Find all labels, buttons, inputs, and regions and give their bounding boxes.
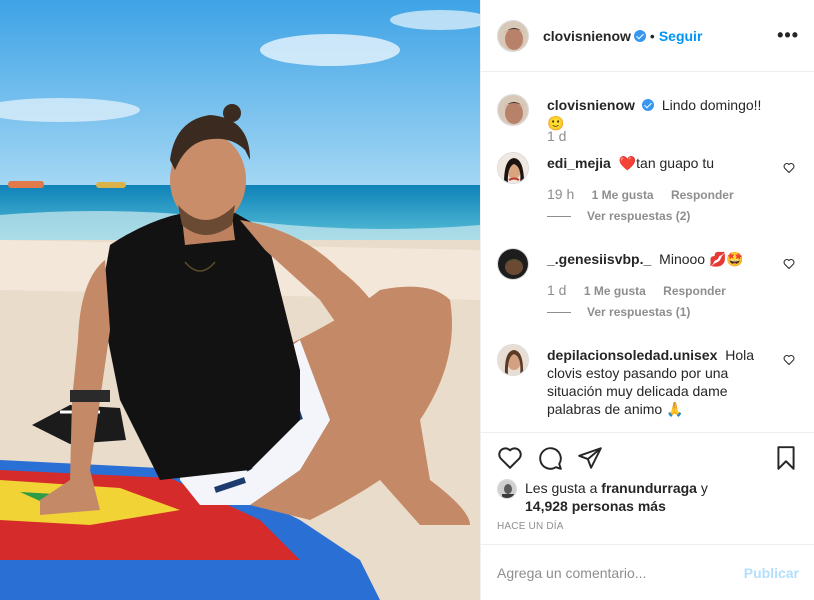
commenter-avatar[interactable] [497,344,529,376]
likes-count[interactable]: 14,928 personas más [525,498,666,514]
comment-username[interactable]: edi_mejia [547,155,611,171]
comment-row: _.genesiisvbp._ Minooo 💋🤩 1 d 1 Me gusta… [497,248,799,328]
comment-text: Minooo 💋🤩 [659,251,744,267]
verified-badge-icon [633,29,646,42]
comment-like-heart-icon[interactable] [783,354,795,366]
view-replies[interactable]: Ver respuestas (2) [547,209,690,223]
caption-username[interactable]: clovisnienow [547,97,635,113]
verified-badge-icon [641,99,654,111]
replies-divider [547,311,571,313]
author-avatar[interactable] [497,94,529,126]
post-photo[interactable] [0,0,480,600]
caption-time[interactable]: 1 d [547,128,566,144]
reply-button[interactable]: Responder [671,188,734,202]
comment-text: ❤️tan guapo tu [618,155,714,171]
separator-dot: • [649,27,655,44]
liker-avatar[interactable] [497,479,517,499]
comment-likes[interactable]: 1 Me gusta [584,284,646,298]
view-replies[interactable]: Ver respuestas (1) [547,305,690,319]
author-username[interactable]: clovisnienow [543,28,631,44]
comment-time[interactable]: 19 h [547,186,574,202]
publish-button[interactable]: Publicar [744,565,799,581]
comment-likes[interactable]: 1 Me gusta [592,188,654,202]
comment-like-heart-icon[interactable] [783,162,795,174]
post-actions: Les gusta a franundurraga y 14,928 perso… [481,432,814,544]
comment-username[interactable]: depilacionsoledad.unisex [547,347,717,363]
comment-icon[interactable] [537,445,563,471]
comment-row: depilacionsoledad.unisex Hola clovis est… [497,344,799,424]
view-replies-label[interactable]: Ver respuestas (2) [587,209,690,223]
liker-username[interactable]: franundurraga [601,480,697,496]
share-icon[interactable] [577,445,603,471]
more-options-icon[interactable]: ••• [777,26,799,44]
replies-divider [547,215,571,217]
caption-row: clovisnienow Lindo domingo!!🙂 1 d [497,94,799,154]
comment-input[interactable] [497,564,744,581]
comment-time[interactable]: 1 d [547,282,566,298]
likes-summary[interactable]: Les gusta a franundurraga y 14,928 perso… [497,479,708,515]
heart-icon[interactable] [497,445,523,471]
follow-button[interactable]: Seguir [659,28,703,44]
likes-mid: y [696,480,708,496]
comment-like-heart-icon[interactable] [783,258,795,270]
comment-username[interactable]: _.genesiisvbp._ [547,251,651,267]
commenter-avatar[interactable] [497,248,529,280]
post-side-panel: clovisnienow • Seguir ••• clovisnienow L… [480,0,814,600]
author-avatar[interactable] [497,19,529,52]
comment-row: edi_mejia ❤️tan guapo tu 19 h 1 Me gusta… [497,152,799,232]
add-comment-bar: Publicar [481,544,814,600]
post-timestamp[interactable]: HACE UN DÍA [497,521,564,532]
likes-prefix: Les gusta a [525,480,602,496]
reply-button[interactable]: Responder [663,284,726,298]
commenter-avatar[interactable] [497,152,529,184]
view-replies-label[interactable]: Ver respuestas (1) [587,305,690,319]
post-header: clovisnienow • Seguir ••• [481,0,814,72]
comments-list[interactable]: clovisnienow Lindo domingo!!🙂 1 d edi_me… [481,72,814,432]
bookmark-icon[interactable] [773,445,799,471]
